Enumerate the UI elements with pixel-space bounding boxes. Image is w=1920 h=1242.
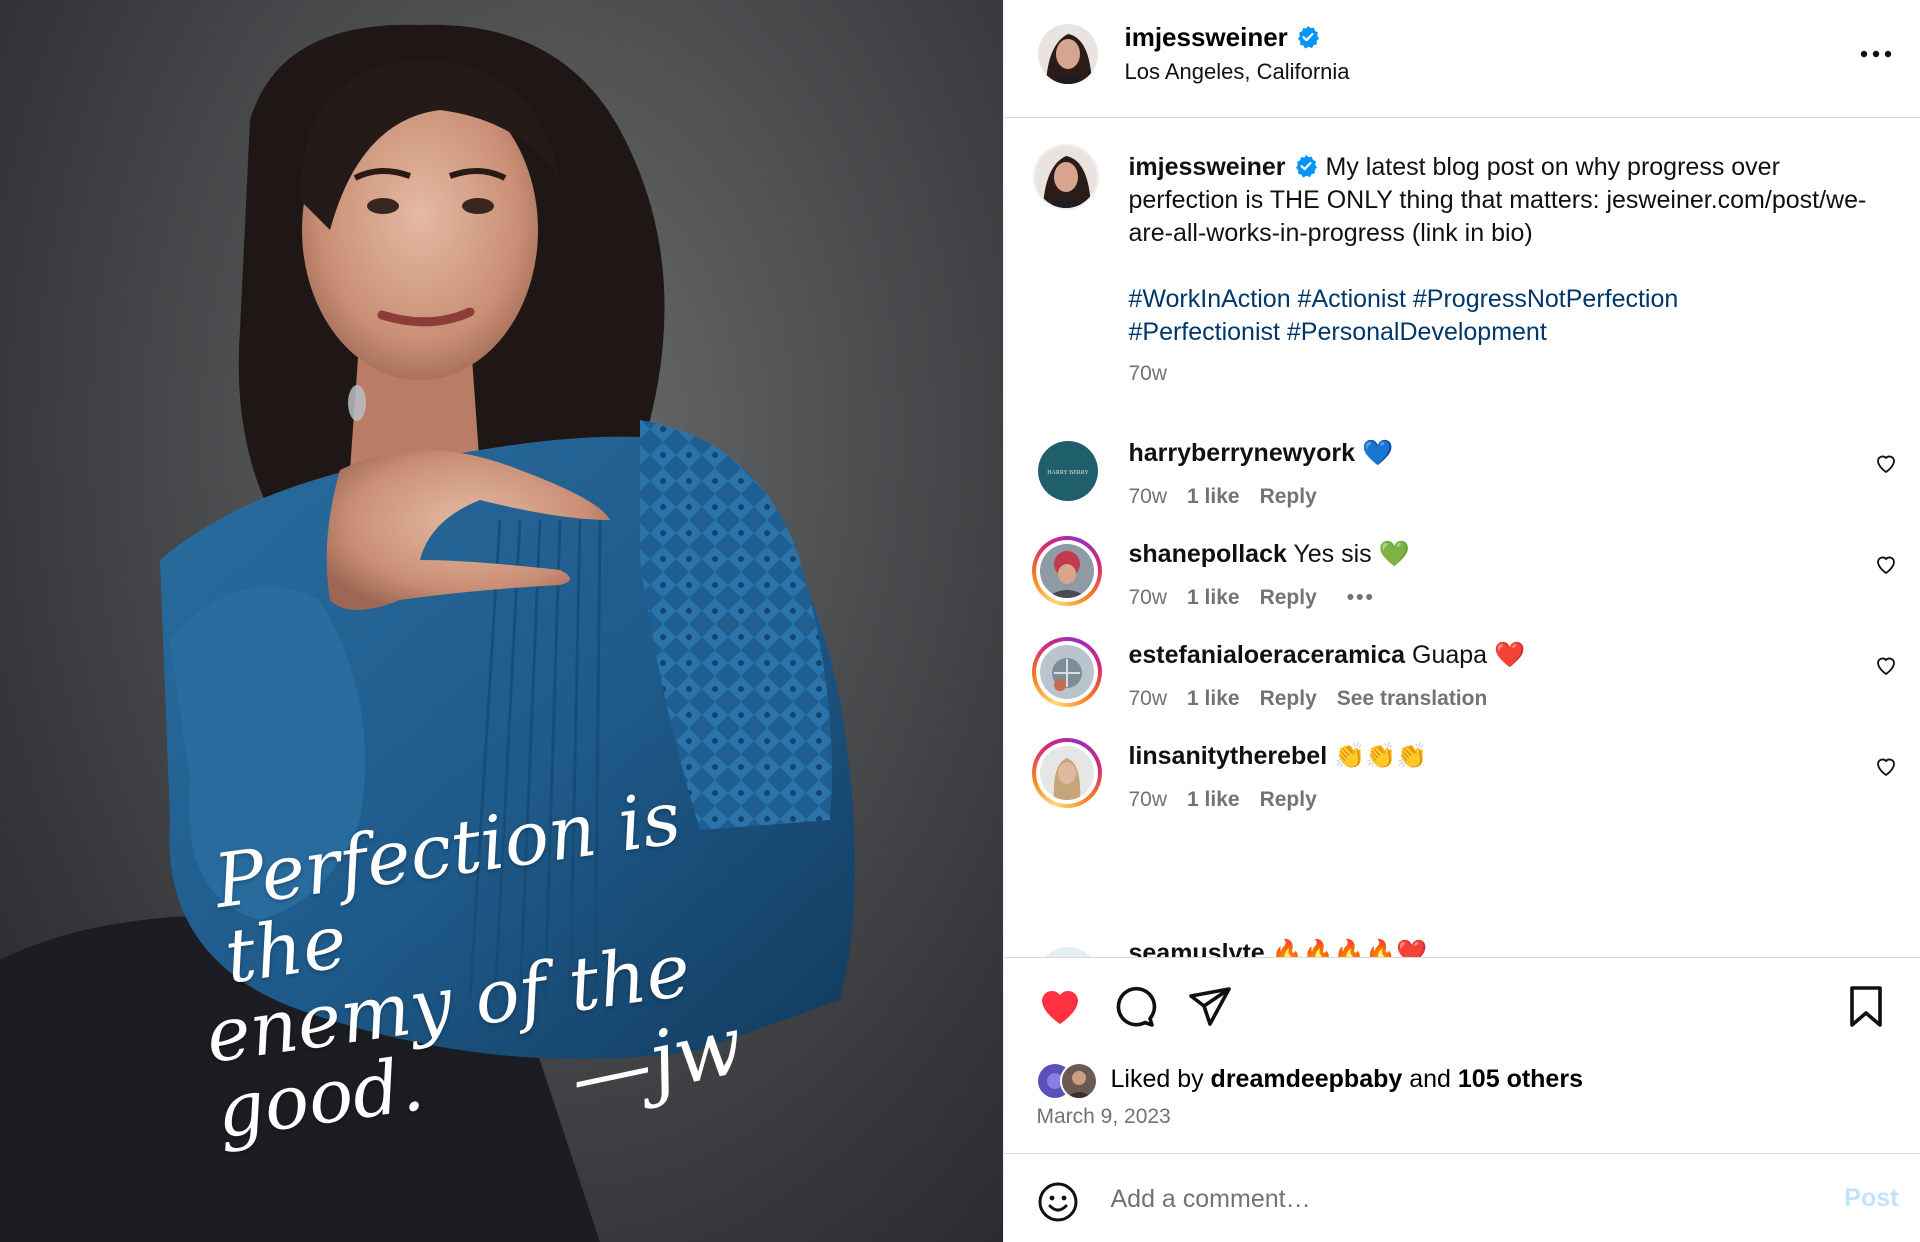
caption-avatar[interactable]: [1033, 144, 1100, 210]
comment-time[interactable]: 70w: [1128, 485, 1167, 508]
comment-composer: Post: [1004, 1153, 1920, 1242]
liked-by-and: and: [1402, 1065, 1458, 1093]
commenter-avatar[interactable]: [1040, 746, 1095, 800]
author-username-text[interactable]: imjessweiner: [1124, 22, 1287, 52]
liked-by-text: Liked by dreamdeepbaby and 105 others: [1110, 1065, 1582, 1094]
comment-text: shanepollack Yes sis 💚: [1128, 538, 1409, 571]
liker-avatar[interactable]: [1060, 1062, 1099, 1100]
story-ring[interactable]: [1032, 536, 1103, 606]
reply-button[interactable]: Reply: [1260, 485, 1317, 508]
comment-username[interactable]: harryberrynewyork: [1128, 439, 1355, 467]
story-ring[interactable]: [1032, 738, 1103, 808]
liked-by-others[interactable]: 105 others: [1458, 1065, 1583, 1093]
heart-outline-icon[interactable]: [1874, 451, 1898, 475]
liked-by-user[interactable]: dreamdeepbaby: [1211, 1065, 1403, 1093]
post-comment-button[interactable]: Post: [1844, 1184, 1898, 1213]
instagram-post: Perfection is the enemy of the good. —jw…: [0, 0, 1920, 1242]
see-translation-button[interactable]: See translation: [1337, 687, 1488, 710]
comment-username[interactable]: linsanitytherebel: [1128, 742, 1327, 770]
hashtag-link[interactable]: #Perfectionist: [1128, 318, 1279, 346]
heart-outline-icon[interactable]: [1874, 552, 1898, 576]
comment-body: Guapa ❤️: [1412, 641, 1526, 669]
comment-text: estefanialoeraceramica Guapa ❤️: [1128, 639, 1525, 672]
comment-text: linsanitytherebel 👏👏👏: [1128, 740, 1427, 773]
comment-username[interactable]: seamuslyte: [1128, 939, 1264, 957]
comment-options-icon[interactable]: •••: [1347, 586, 1375, 609]
comment-meta: 70w 1 like Reply: [1128, 485, 1336, 509]
comment-text: harryberrynewyork 💙: [1128, 437, 1393, 470]
hashtag-link[interactable]: #Actionist: [1298, 285, 1406, 313]
comment-item: linsanitytherebel 👏👏👏 70w 1 like Reply: [1004, 738, 1920, 848]
heart-filled-icon[interactable]: [1036, 982, 1084, 1030]
comment-text: seamuslyte 🔥🔥🔥🔥❤️: [1128, 937, 1427, 957]
caption-timestamp[interactable]: 70w: [1128, 362, 1167, 386]
caption-body: imjessweiner My latest blog post on why p…: [1128, 151, 1888, 349]
post-photo[interactable]: Perfection is the enemy of the good. —jw: [0, 0, 1004, 1242]
verified-icon: [1295, 155, 1317, 178]
comment-body: 💙: [1361, 439, 1394, 467]
action-bar: Liked by dreamdeepbaby and 105 others Ma…: [1004, 957, 1920, 1153]
commenter-avatar[interactable]: [1040, 645, 1095, 699]
comments-scroll-area[interactable]: imjessweiner My latest blog post on why p…: [1004, 119, 1920, 957]
bookmark-icon[interactable]: [1842, 982, 1890, 1030]
story-ring-gap: [1036, 641, 1099, 703]
hashtag-link[interactable]: #ProgressNotPerfection: [1413, 285, 1678, 313]
commenter-avatar[interactable]: HARRY BERRY: [1038, 441, 1099, 501]
emoji-icon[interactable]: [1036, 1180, 1080, 1224]
comment-body: 👏👏👏: [1334, 742, 1428, 770]
comment-item: HARRY BERRY harryberrynewyork 💙 70w 1 lik…: [1004, 435, 1920, 545]
story-ring[interactable]: [1032, 637, 1103, 707]
author-username[interactable]: imjessweiner: [1124, 22, 1319, 53]
author-avatar[interactable]: [1038, 24, 1099, 84]
caption-username[interactable]: imjessweiner: [1128, 153, 1285, 181]
post-side-panel: imjessweiner Los Angeles, California imj…: [1003, 0, 1920, 1242]
comment-username[interactable]: estefanialoeraceramica: [1128, 641, 1405, 669]
commenter-avatar[interactable]: [1040, 544, 1095, 598]
comment-likes[interactable]: 1 like: [1187, 586, 1240, 609]
comment-body: Yes sis 💚: [1293, 540, 1410, 568]
comment-icon[interactable]: [1110, 982, 1158, 1030]
heart-outline-icon[interactable]: [1874, 653, 1898, 677]
post-location[interactable]: Los Angeles, California: [1124, 59, 1349, 85]
reply-button[interactable]: Reply: [1260, 788, 1317, 811]
comment-meta: 70w 1 like Reply See translation: [1128, 687, 1507, 711]
comment-time[interactable]: 70w: [1128, 788, 1167, 811]
comment-item: seamuslyte 🔥🔥🔥🔥❤️: [1004, 925, 1920, 957]
comment-likes[interactable]: 1 like: [1187, 485, 1240, 508]
liked-by-prefix: Liked by: [1110, 1065, 1211, 1093]
story-ring-gap: [1036, 540, 1099, 602]
comment-item: shanepollack Yes sis 💚 70w 1 like Reply •••: [1004, 536, 1920, 646]
more-icon[interactable]: [1854, 36, 1898, 72]
reply-button[interactable]: Reply: [1260, 586, 1317, 609]
share-icon[interactable]: [1186, 982, 1234, 1030]
comment-meta: 70w 1 like Reply •••: [1128, 586, 1394, 610]
comment-time[interactable]: 70w: [1128, 687, 1167, 710]
comment-input[interactable]: [1108, 1174, 1773, 1224]
comment-time[interactable]: 70w: [1128, 586, 1167, 609]
post-date[interactable]: March 9, 2023: [1036, 1105, 1170, 1129]
avatar-brand-text: HARRY BERRY: [1048, 470, 1090, 476]
comment-item: estefanialoeraceramica Guapa ❤️ 70w 1 lik…: [1004, 637, 1920, 747]
post-header: imjessweiner Los Angeles, California: [1004, 0, 1920, 118]
heart-outline-icon[interactable]: [1874, 754, 1898, 778]
comment-likes[interactable]: 1 like: [1187, 788, 1240, 811]
reply-button[interactable]: Reply: [1260, 687, 1317, 710]
comment-meta: 70w 1 like Reply: [1128, 788, 1336, 812]
verified-icon: [1297, 26, 1319, 49]
story-ring-gap: [1036, 742, 1099, 804]
comment-body: 🔥🔥🔥🔥❤️: [1271, 939, 1428, 957]
caption-hashtags: #WorkInAction #Actionist #ProgressNotPer…: [1128, 283, 1888, 349]
commenter-avatar[interactable]: [1038, 947, 1099, 957]
comment-username[interactable]: shanepollack: [1128, 540, 1286, 568]
comment-likes[interactable]: 1 like: [1187, 687, 1240, 710]
hashtag-link[interactable]: #PersonalDevelopment: [1287, 318, 1547, 346]
hashtag-link[interactable]: #WorkInAction: [1128, 285, 1290, 313]
